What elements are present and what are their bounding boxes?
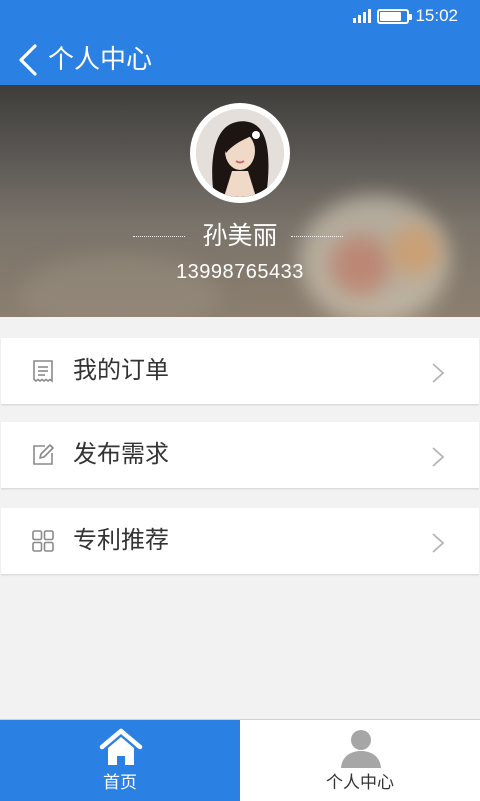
menu-item-label: 发布需求 (73, 440, 169, 468)
status-bar: 15:02 (0, 0, 480, 35)
grid-icon (32, 530, 54, 552)
tab-label: 首页 (103, 773, 137, 793)
divider (291, 236, 343, 237)
menu-item-label: 专利推荐 (73, 526, 169, 554)
tab-label: 个人中心 (326, 773, 394, 793)
page-title: 个人中心 (48, 45, 153, 75)
avatar[interactable] (190, 103, 290, 203)
menu-item-orders[interactable]: 我的订单 (1, 338, 479, 405)
chevron-left-icon (19, 44, 37, 76)
app-header: 个人中心 (0, 35, 480, 85)
menu-item-post-request[interactable]: 发布需求 (1, 422, 479, 489)
user-icon (341, 730, 381, 768)
chevron-right-icon (432, 363, 445, 383)
menu-item-patent-recommend[interactable]: 专利推荐 (1, 508, 479, 575)
battery-icon (377, 8, 413, 24)
tab-home[interactable]: 首页 (0, 720, 240, 801)
tab-bar: 首页 个人中心 (0, 719, 480, 801)
user-name: 孙美丽 (202, 221, 278, 250)
home-icon (99, 728, 143, 765)
tab-profile[interactable]: 个人中心 (240, 720, 480, 801)
edit-icon (33, 444, 54, 465)
status-time: 15:02 (415, 6, 458, 25)
chevron-right-icon (432, 533, 445, 553)
avatar-image (196, 109, 284, 197)
chevron-right-icon (432, 447, 445, 467)
back-button[interactable] (10, 41, 46, 79)
profile-banner: 孙美丽 13998765433 (0, 85, 480, 317)
menu-item-label: 我的订单 (73, 356, 169, 384)
signal-icon (353, 9, 372, 23)
receipt-icon (33, 360, 53, 383)
user-phone: 13998765433 (176, 261, 304, 283)
status-indicators: 15:02 (353, 6, 458, 26)
